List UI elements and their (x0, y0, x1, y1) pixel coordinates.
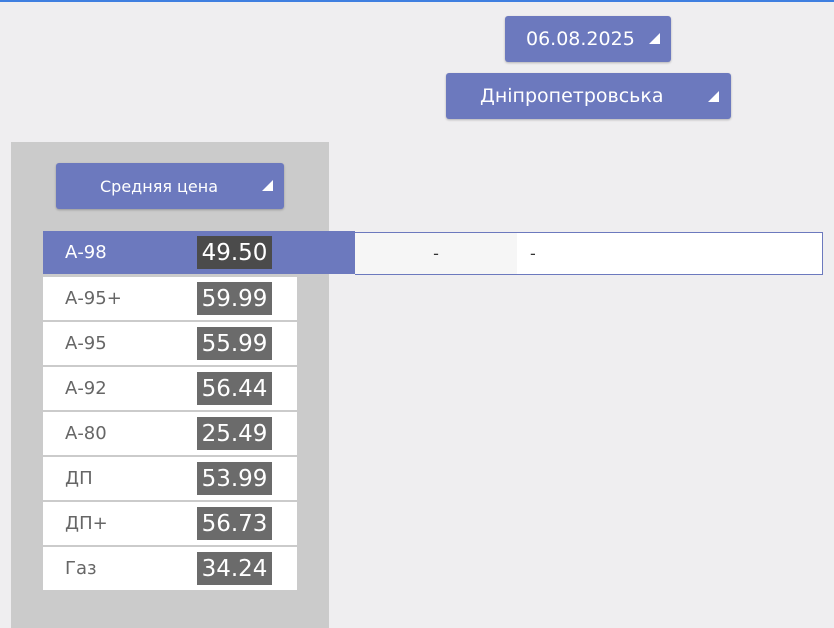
fuel-name: ДП+ (65, 513, 108, 534)
fuel-price: 56.44 (197, 372, 272, 405)
region-dropdown-label: Дніпропетровська (480, 85, 664, 107)
date-dropdown[interactable]: 06.08.2025 (505, 16, 671, 62)
fuel-row-a95-plus[interactable]: А-95+ 59.99 (43, 277, 297, 320)
fuel-row-a95[interactable]: А-95 55.99 (43, 322, 297, 365)
date-dropdown-chevron-icon[interactable] (649, 33, 660, 44)
fuel-price: 49.50 (197, 236, 272, 269)
fuel-name: А-92 (65, 378, 107, 399)
metric-dropdown-label: Средняя цена (100, 176, 219, 196)
region-dropdown-chevron-icon[interactable] (708, 91, 719, 102)
date-dropdown-label: 06.08.2025 (526, 28, 635, 50)
fuel-name: А-80 (65, 423, 107, 444)
top-accent-line (0, 0, 834, 2)
fuel-row-a98[interactable]: А-98 49.50 (43, 231, 355, 274)
fuel-name: ДП (65, 468, 93, 489)
fuel-price: 59.99 (197, 282, 272, 315)
metric-dropdown-chevron-icon[interactable] (262, 180, 273, 191)
fuel-name: А-98 (65, 242, 107, 263)
fuel-row-gas[interactable]: Газ 34.24 (43, 547, 297, 590)
fuel-name: Газ (65, 558, 97, 579)
fuel-price: 53.99 (197, 462, 272, 495)
region-dropdown[interactable]: Дніпропетровська (446, 73, 731, 119)
fuel-row-dp-plus[interactable]: ДП+ 56.73 (43, 502, 297, 545)
selected-fuel-detail-row: - - (355, 232, 823, 275)
fuel-row-a80[interactable]: А-80 25.49 (43, 412, 297, 455)
fuel-price: 55.99 (197, 327, 272, 360)
metric-dropdown[interactable]: Средняя цена (56, 163, 284, 209)
detail-cell-2: - (530, 244, 536, 263)
detail-cell-1: - (355, 233, 517, 274)
fuel-price: 25.49 (197, 417, 272, 450)
fuel-price: 34.24 (197, 552, 272, 585)
fuel-row-dp[interactable]: ДП 53.99 (43, 457, 297, 500)
fuel-name: А-95+ (65, 288, 122, 309)
fuel-name: А-95 (65, 333, 107, 354)
fuel-price: 56.73 (197, 507, 272, 540)
fuel-row-a92[interactable]: А-92 56.44 (43, 367, 297, 410)
